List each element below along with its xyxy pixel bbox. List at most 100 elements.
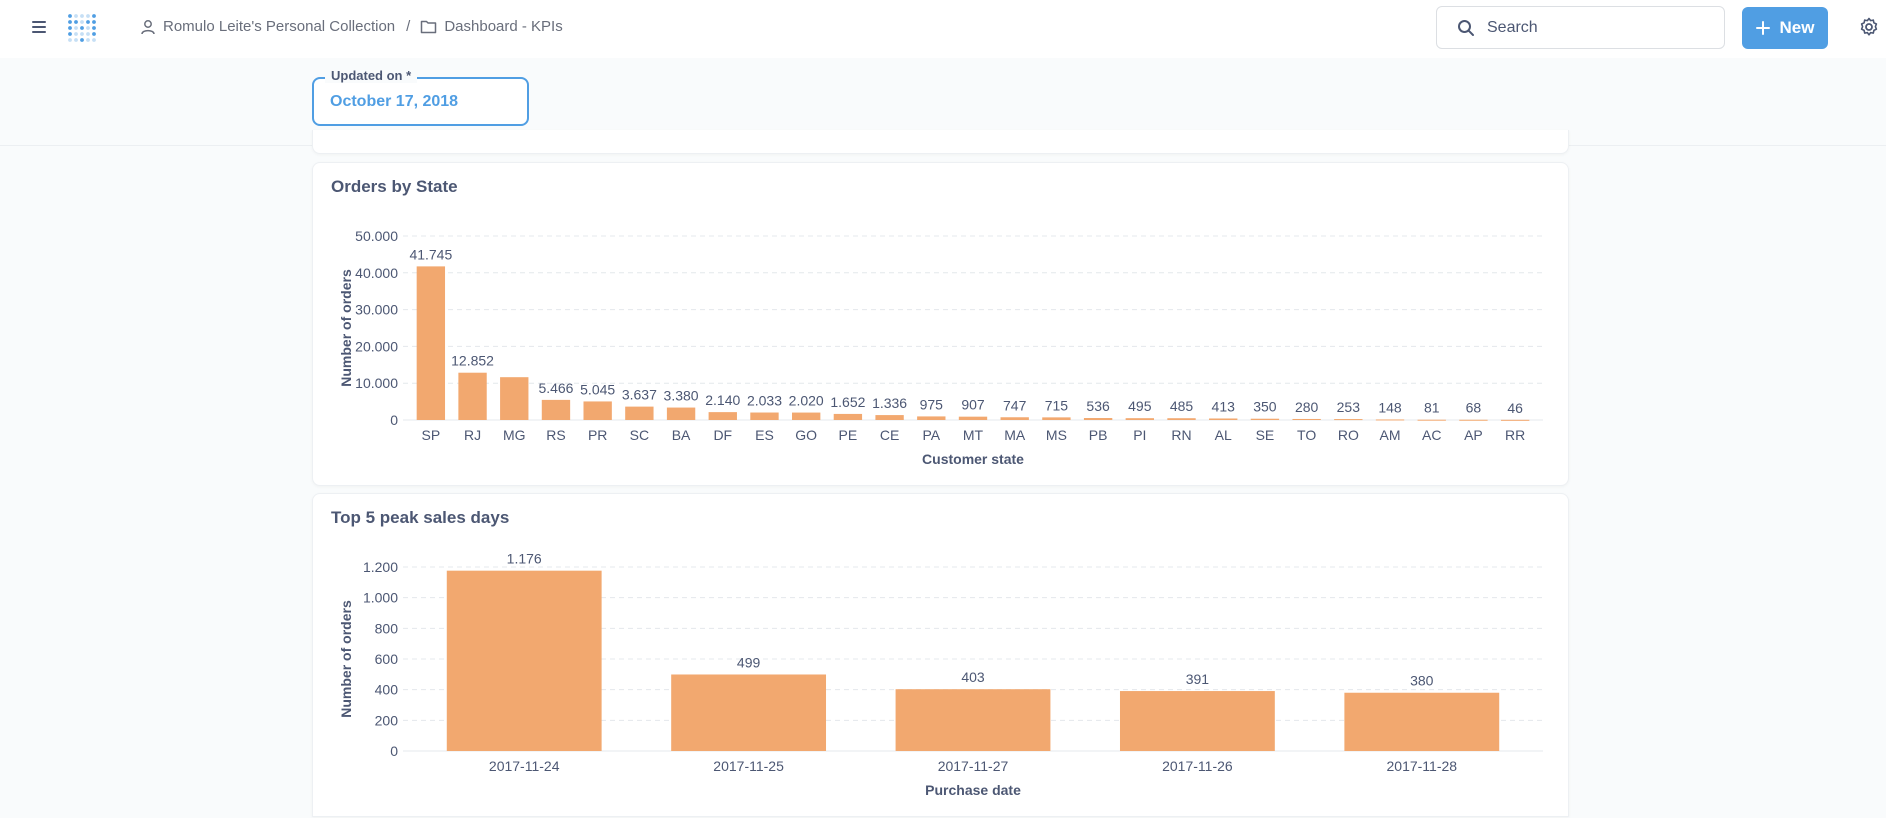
- x-tick-label: MG: [503, 427, 526, 443]
- data-label: 391: [1186, 671, 1210, 687]
- bar: [416, 266, 446, 420]
- x-tick-label: MT: [963, 427, 984, 443]
- data-label: 536: [1086, 398, 1110, 414]
- x-tick-label: AC: [1422, 427, 1441, 443]
- breadcrumb-collection[interactable]: Romulo Leite's Personal Collection: [140, 18, 395, 35]
- search-icon: [1458, 19, 1474, 36]
- x-tick-label: RR: [1505, 427, 1525, 443]
- y-tick-label: 200: [375, 712, 399, 728]
- x-tick-label: ES: [755, 427, 774, 443]
- bar: [1119, 691, 1275, 751]
- y-tick-label: 400: [375, 682, 399, 698]
- data-label: 46: [1507, 400, 1523, 416]
- bar: [1167, 418, 1196, 420]
- bar: [1417, 419, 1446, 421]
- x-tick-label: RN: [1171, 427, 1191, 443]
- breadcrumb-separator: /: [406, 18, 411, 35]
- data-label: 715: [1045, 397, 1069, 413]
- x-axis-label: Purchase date: [925, 782, 1021, 798]
- breadcrumb: Romulo Leite's Personal Collection / Das…: [140, 18, 563, 35]
- y-tick-label: 10.000: [355, 375, 398, 391]
- data-label: 350: [1253, 399, 1277, 415]
- data-label: 1.176: [507, 551, 542, 567]
- x-tick-label: CE: [880, 427, 899, 443]
- y-tick-label: 0: [390, 743, 398, 759]
- data-label: 403: [961, 669, 985, 685]
- x-tick-label: TO: [1297, 427, 1316, 443]
- bar: [1209, 418, 1238, 420]
- bar: [792, 412, 821, 420]
- x-tick-label: AP: [1464, 427, 1483, 443]
- previous-card: [312, 130, 1569, 154]
- x-tick-label: RS: [546, 427, 565, 443]
- data-label: 41.745: [409, 246, 452, 262]
- y-tick-label: 800: [375, 620, 399, 636]
- data-label: 148: [1378, 399, 1402, 415]
- y-tick-label: 50.000: [355, 228, 398, 244]
- x-tick-label: MA: [1004, 427, 1026, 443]
- bar: [708, 412, 737, 420]
- x-tick-label: MS: [1046, 427, 1067, 443]
- data-label: 253: [1337, 399, 1361, 415]
- x-tick-label: 2017-11-25: [713, 758, 784, 774]
- data-label: 5.045: [580, 381, 615, 397]
- data-label: 2.020: [789, 393, 824, 409]
- y-tick-label: 0: [390, 412, 398, 428]
- bar: [1125, 418, 1154, 420]
- y-tick-label: 40.000: [355, 265, 398, 281]
- menu-icon[interactable]: [26, 14, 52, 40]
- x-tick-label: RO: [1338, 427, 1359, 443]
- data-label: 5.466: [538, 380, 573, 396]
- new-button[interactable]: New: [1742, 7, 1828, 49]
- gear-icon[interactable]: [1858, 16, 1880, 38]
- bar: [1500, 419, 1530, 421]
- plus-icon: [1755, 21, 1770, 35]
- bar: [1459, 419, 1488, 421]
- metabase-logo-icon[interactable]: [64, 12, 100, 44]
- data-label: 280: [1295, 399, 1319, 415]
- y-tick-label: 600: [375, 651, 399, 667]
- bar: [666, 407, 696, 420]
- bar: [1083, 418, 1113, 420]
- bar: [1344, 692, 1500, 751]
- x-tick-label: BA: [672, 427, 691, 443]
- data-label: 3.380: [664, 388, 699, 404]
- data-label: 747: [1003, 397, 1027, 413]
- data-label: 1.652: [830, 394, 865, 410]
- search-input[interactable]: Search: [1436, 6, 1725, 49]
- x-tick-label: 2017-11-28: [1387, 758, 1458, 774]
- bar: [875, 415, 904, 420]
- bar: [1250, 418, 1280, 420]
- x-tick-label: RJ: [464, 427, 481, 443]
- x-tick-label: 2017-11-27: [938, 758, 1009, 774]
- bar: [583, 401, 612, 420]
- data-label: 81: [1424, 400, 1440, 416]
- date-filter-value[interactable]: October 17, 2018: [330, 93, 458, 111]
- x-tick-label: 2017-11-24: [489, 758, 560, 774]
- x-tick-label: AL: [1215, 427, 1232, 443]
- data-label: 1.336: [872, 395, 907, 411]
- orders-by-state-chart: 0 10.000 20.000 30.000 40.000 50.000 SP 41.745 R…: [338, 228, 1543, 467]
- bar: [958, 416, 988, 420]
- y-axis-label: Number of orders: [338, 269, 354, 387]
- bar: [833, 413, 863, 420]
- bar: [1375, 419, 1405, 421]
- x-tick-label: GO: [795, 427, 817, 443]
- data-label: 907: [961, 397, 985, 413]
- bar: [917, 416, 946, 420]
- top-navigation-bar: Romulo Leite's Personal Collection / Das…: [0, 0, 1886, 58]
- top-5-peak-sales-days-card[interactable]: Top 5 peak sales days 0 200 400 600 800 1.000…: [312, 493, 1569, 817]
- data-label: 2.140: [705, 392, 740, 408]
- new-button-label: New: [1779, 18, 1815, 37]
- bar: [500, 377, 529, 420]
- data-label: 975: [920, 396, 944, 412]
- x-axis-label: Customer state: [922, 451, 1024, 467]
- orders-by-state-card[interactable]: Orders by State 0 10.000 20.000 30.000 40.00…: [312, 162, 1569, 486]
- data-label: 495: [1128, 398, 1152, 414]
- bar: [1042, 417, 1071, 420]
- bar: [458, 372, 487, 420]
- y-axis-label: Number of orders: [338, 600, 354, 718]
- breadcrumb-dashboard[interactable]: Dashboard - KPIs: [420, 18, 563, 35]
- x-tick-label: 2017-11-26: [1162, 758, 1233, 774]
- data-label: 485: [1170, 398, 1194, 414]
